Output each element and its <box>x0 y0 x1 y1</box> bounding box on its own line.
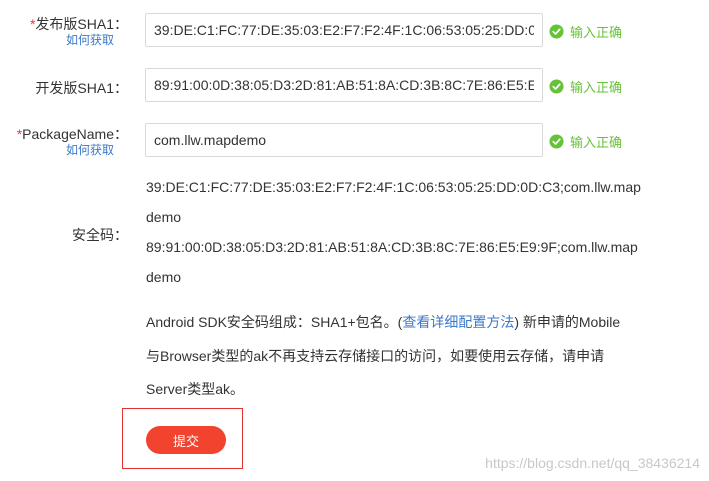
release-sha1-help-link[interactable]: 如何获取 <box>66 31 114 48</box>
security-code-line: 39:DE:C1:FC:77:DE:35:03:E2:F7:F2:4F:1C:0… <box>146 179 641 195</box>
release-sha1-label-text: 发布版SHA1： <box>35 16 128 32</box>
sdk-note-line-1: Android SDK安全码组成：SHA1+包名。(查看详细配置方法) 新申请的… <box>146 312 620 332</box>
dev-sha1-status-text: 输入正确 <box>570 80 623 95</box>
sdk-note-suffix: ) 新申请的Mobile <box>514 314 621 330</box>
release-sha1-input[interactable] <box>145 13 543 47</box>
package-name-input[interactable] <box>145 123 543 157</box>
package-name-label-text: PackageName： <box>22 126 128 142</box>
check-circle-icon <box>549 134 564 149</box>
release-sha1-status-text: 输入正确 <box>570 25 623 40</box>
sdk-note-line-2: 与Browser类型的ak不再支持云存储接口的访问，如要使用云存储，请申请 <box>146 348 605 364</box>
check-circle-icon <box>549 24 564 39</box>
security-code-line: demo <box>146 209 182 225</box>
sdk-note-prefix: Android SDK安全码组成：SHA1+包名。( <box>146 314 403 330</box>
security-code-label: 安全码： <box>72 227 128 243</box>
security-code-line: 89:91:00:0D:38:05:D3:2D:81:AB:51:8A:CD:3… <box>146 239 638 255</box>
dev-sha1-status: 输入正确 <box>549 77 622 96</box>
watermark: https://blog.csdn.net/qq_38436214 <box>485 455 700 471</box>
check-circle-icon <box>549 79 564 94</box>
security-code-line: demo <box>146 269 182 285</box>
dev-sha1-label: 开发版SHA1： <box>35 80 128 96</box>
package-name-status-text: 输入正确 <box>570 135 623 150</box>
release-sha1-status: 输入正确 <box>549 22 622 41</box>
submit-button[interactable]: 提交 <box>146 426 226 454</box>
config-method-link[interactable]: 查看详细配置方法 <box>402 314 514 330</box>
package-name-help-link[interactable]: 如何获取 <box>66 141 114 158</box>
dev-sha1-input[interactable] <box>145 68 543 102</box>
package-name-status: 输入正确 <box>549 132 622 151</box>
sdk-note-line-3: Server类型ak。 <box>146 381 245 397</box>
